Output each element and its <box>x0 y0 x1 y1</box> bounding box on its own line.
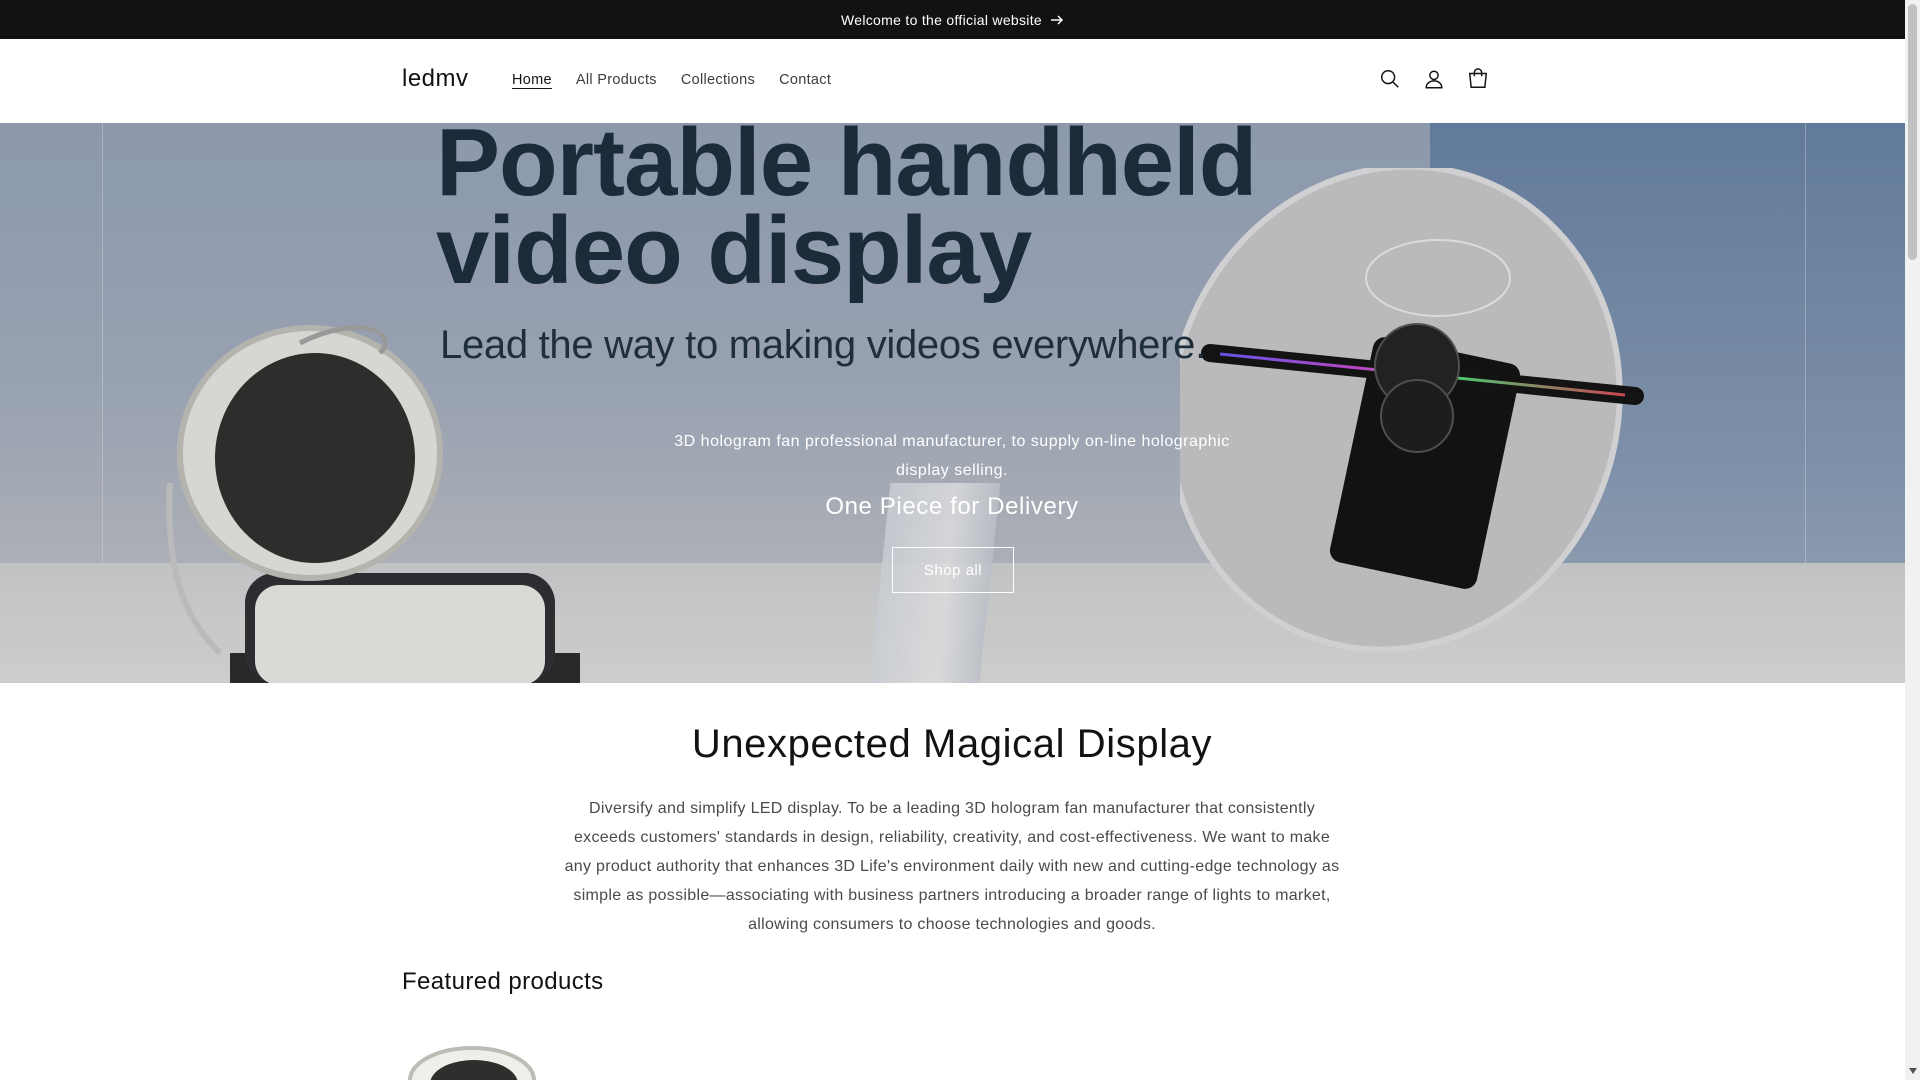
announcement-text: Welcome to the official website <box>841 11 1042 28</box>
scrollbar-thumb[interactable] <box>1908 4 1917 260</box>
section-description: Diversify and simplify LED display. To b… <box>564 800 1340 933</box>
account-icon[interactable] <box>1422 65 1446 93</box>
nav-collections[interactable]: Collections <box>669 72 767 88</box>
announcement-bar: Welcome to the official website <box>0 0 1905 39</box>
featured-products-title: Featured products <box>402 968 604 995</box>
nav-contact[interactable]: Contact <box>767 72 843 88</box>
product-card-image[interactable] <box>402 1040 542 1080</box>
header-icons <box>1378 65 1490 93</box>
announcement-link[interactable]: Welcome to the official website <box>841 12 1064 28</box>
cart-icon[interactable] <box>1466 65 1490 93</box>
section-title: Unexpected Magical Display <box>691 722 1213 766</box>
shop-all-button[interactable]: Shop all <box>892 547 1014 593</box>
nav-home[interactable]: Home <box>500 72 564 88</box>
page-scrollbar[interactable] <box>1905 0 1920 1080</box>
scroll-down-arrow-icon[interactable] <box>1909 1068 1917 1074</box>
search-icon[interactable] <box>1378 65 1402 93</box>
site-header: ledmv Home All Products Collections Cont… <box>0 39 1905 124</box>
arrow-right-icon <box>1051 14 1064 25</box>
hero-delivery-text: One Piece for Delivery <box>825 493 1079 520</box>
main-nav: Home All Products Collections Contact <box>500 72 843 88</box>
page: Welcome to the official website ledmv Ho… <box>0 0 1905 1080</box>
hero-description: 3D hologram fan professional manufacture… <box>674 433 1230 479</box>
hero-overlay <box>0 123 1905 683</box>
site-logo[interactable]: ledmv <box>402 65 469 93</box>
hero-banner: Portable handheld video display Lead the… <box>0 123 1905 683</box>
nav-all-products[interactable]: All Products <box>564 72 669 88</box>
